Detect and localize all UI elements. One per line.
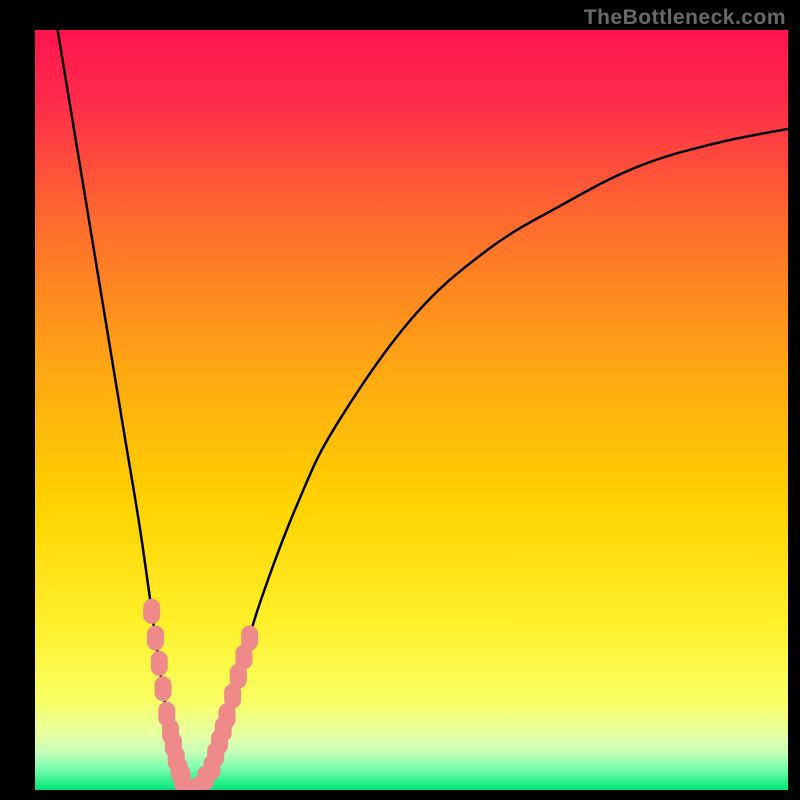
data-marker (241, 626, 258, 651)
data-marker (155, 676, 172, 701)
bottleneck-curve (35, 30, 788, 790)
attribution-label: TheBottleneck.com (584, 6, 786, 30)
data-marker (151, 651, 168, 676)
data-marker (143, 599, 160, 624)
data-marker (147, 626, 164, 651)
chart-container: TheBottleneck.com (0, 0, 800, 800)
plot-area (35, 30, 788, 790)
